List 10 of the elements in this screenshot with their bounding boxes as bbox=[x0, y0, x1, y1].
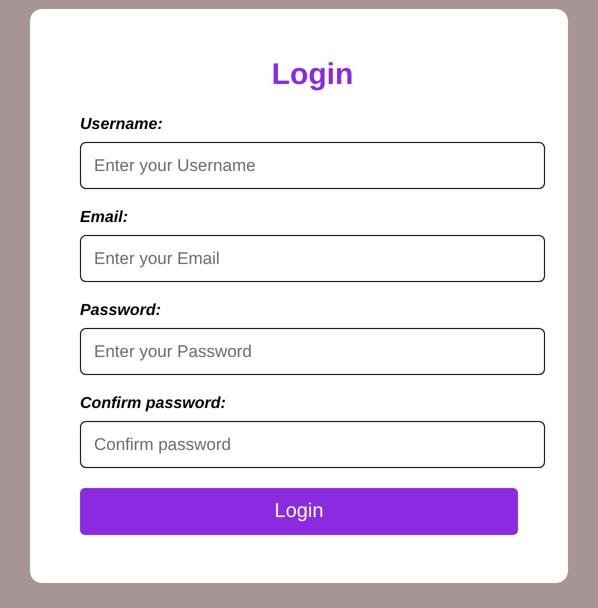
input-field[interactable]: Enter your Username bbox=[80, 142, 545, 189]
field-label: Password: bbox=[80, 301, 161, 321]
field-label: Confirm password: bbox=[80, 394, 226, 414]
input-field[interactable]: Enter your Password bbox=[80, 328, 545, 375]
field-label: Username: bbox=[80, 115, 163, 135]
field-label: Email: bbox=[80, 208, 128, 228]
input-field[interactable]: Enter your Email bbox=[80, 235, 545, 282]
form-title: Login bbox=[270, 57, 354, 93]
input-field[interactable]: Confirm password bbox=[80, 421, 545, 468]
login-button[interactable]: Login bbox=[80, 488, 518, 535]
